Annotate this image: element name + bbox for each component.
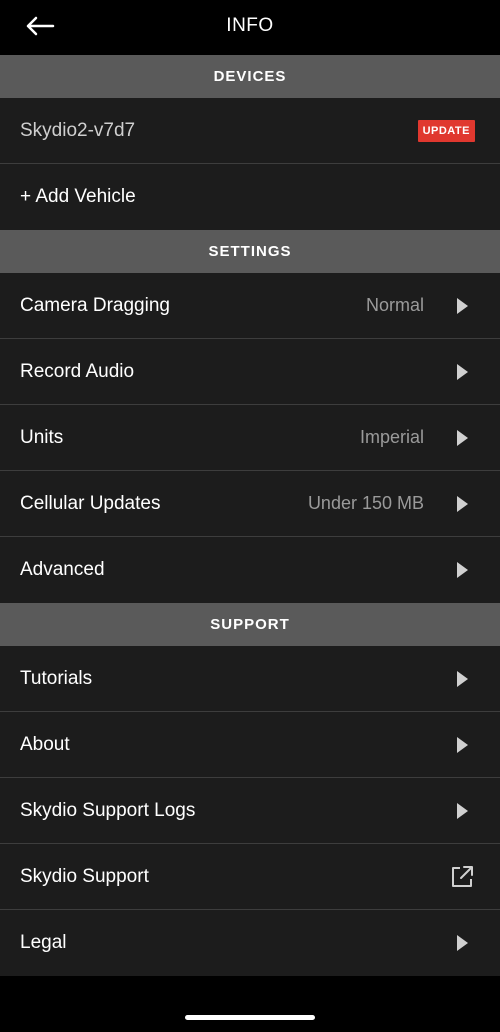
arrow-left-icon [26,16,55,36]
settings-item-label: Cellular Updates [20,492,161,514]
settings-item-value: Normal [365,295,424,315]
settings-item-cellular-updates[interactable]: Cellular Updates Under 150 MB [0,471,500,537]
section-header-support: SUPPORT [0,603,500,646]
settings-item-camera-dragging[interactable]: Camera Dragging Normal [0,273,500,339]
update-badge[interactable]: UPDATE [417,119,475,142]
settings-item-record-audio[interactable]: Record Audio [0,339,500,405]
info-list: DEVICES Skydio2-v7d7 UPDATE + Add Vehicl… [0,55,500,976]
add-vehicle-row[interactable]: + Add Vehicle [0,164,500,230]
settings-item-label: Units [20,426,64,448]
add-vehicle-label: + Add Vehicle [20,186,136,207]
chevron-right-icon [457,363,468,380]
device-name: Skydio2-v7d7 [20,119,136,141]
settings-item-advanced[interactable]: Advanced [0,537,500,603]
chevron-right-icon [457,802,468,819]
section-header-settings: SETTINGS [0,230,500,273]
chevron-right-icon [457,429,468,446]
support-item-label: Legal [20,932,67,953]
settings-item-label: Record Audio [20,360,135,382]
home-indicator[interactable] [185,1015,315,1020]
section-header-devices: DEVICES [0,55,500,98]
chevron-right-icon [457,297,468,314]
external-link-icon [452,865,473,887]
settings-item-value: Under 150 MB [307,493,424,513]
support-item-label: About [20,733,70,755]
chevron-right-icon [457,495,468,512]
back-button[interactable] [20,10,60,42]
top-bar: INFO [0,0,500,54]
support-item-label: Tutorials [20,667,93,689]
settings-item-units[interactable]: Units Imperial [0,405,500,471]
chevron-right-icon [457,670,468,687]
page-title: INFO [226,15,274,36]
settings-item-value: Imperial [359,427,424,447]
support-item-label: Skydio Support [20,865,149,887]
chevron-right-icon [457,562,468,578]
support-item-legal[interactable]: Legal [0,910,500,976]
support-item-tutorials[interactable]: Tutorials [0,646,500,712]
support-item-label: Skydio Support Logs [20,799,196,821]
support-item-about[interactable]: About [0,712,500,778]
settings-item-label: Advanced [20,559,105,580]
device-row[interactable]: Skydio2-v7d7 UPDATE [0,98,500,164]
chevron-right-icon [457,935,468,951]
support-item-skydio-support[interactable]: Skydio Support [0,844,500,910]
settings-item-label: Camera Dragging [20,294,170,316]
support-item-support-logs[interactable]: Skydio Support Logs [0,778,500,844]
chevron-right-icon [457,736,468,753]
